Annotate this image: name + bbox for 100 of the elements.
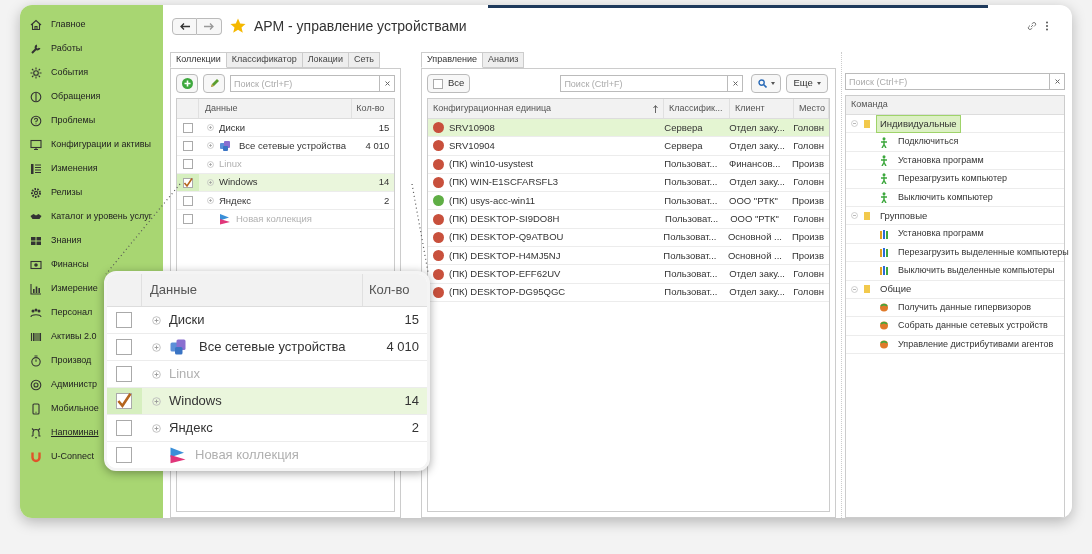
tab[interactable]: Управление <box>421 52 484 68</box>
tab[interactable]: Коллекции <box>170 52 227 68</box>
sidebar-item[interactable]: Активы 2.0 <box>51 330 97 344</box>
table-row[interactable]: Все сетевые устройства 4 010 <box>107 334 427 361</box>
star-icon[interactable] <box>230 18 246 34</box>
table-row[interactable]: Яндекс 2 <box>107 415 427 442</box>
table-cell: Произв <box>791 193 824 208</box>
checkbox[interactable] <box>116 447 132 463</box>
search-field[interactable]: Поиск (Ctrl+F) <box>230 75 381 92</box>
table-row[interactable]: Windows 14 <box>107 388 427 415</box>
checkbox[interactable] <box>116 366 132 382</box>
sidebar-item[interactable]: Изменения <box>51 162 98 176</box>
house-icon[interactable] <box>30 19 42 31</box>
ball-icon <box>879 320 889 332</box>
close-icon[interactable] <box>1054 79 1060 84</box>
search-field[interactable]: Поиск (Ctrl+F) <box>560 75 729 92</box>
sidebar-item[interactable]: Главное <box>51 18 86 32</box>
bell-icon[interactable] <box>30 427 42 439</box>
link-icon[interactable] <box>1027 21 1037 31</box>
sidebar-item[interactable]: Финансы <box>51 258 89 272</box>
phone-icon[interactable] <box>30 403 42 415</box>
list-icon[interactable] <box>30 163 42 175</box>
column-header[interactable]: Классифик... <box>669 101 723 116</box>
sidebar-item[interactable]: Мобильное <box>51 402 99 416</box>
checkbox[interactable] <box>183 122 193 133</box>
column-header[interactable]: Данные <box>199 99 353 118</box>
checkbox[interactable] <box>116 393 132 409</box>
table-row[interactable]: SRV10904 Сервера Отдел заку... Головн <box>428 137 829 156</box>
command-item[interactable]: Установка программ <box>898 153 984 168</box>
back-button[interactable] <box>172 17 197 35</box>
checkbox[interactable] <box>116 420 132 436</box>
checkbox[interactable] <box>183 159 193 170</box>
checkbox[interactable] <box>433 78 443 89</box>
search-field[interactable]: Поиск (Ctrl+F) <box>845 73 1050 90</box>
column-header[interactable]: Команда <box>846 96 1064 115</box>
add-button[interactable] <box>176 74 198 93</box>
bars-icon <box>879 228 889 240</box>
tab[interactable]: Сеть <box>347 52 380 68</box>
sidebar-item[interactable]: Производ <box>51 354 92 368</box>
sidebar-item[interactable]: Обращения <box>51 90 101 104</box>
column-header[interactable]: Кол-во <box>352 99 395 118</box>
wrench-icon[interactable] <box>30 43 42 55</box>
barcode-icon[interactable] <box>30 331 42 343</box>
gear-icon[interactable] <box>30 187 42 199</box>
tab[interactable]: Анализ <box>482 52 525 68</box>
sidebar-item[interactable]: Персонал <box>51 306 93 320</box>
command-item[interactable]: Собрать данные сетевых устройств <box>898 319 1048 333</box>
sidebar-item[interactable]: Релизы <box>51 186 83 200</box>
checkbox[interactable] <box>183 214 193 225</box>
select-all-button[interactable]: Все <box>427 74 471 93</box>
table-row[interactable]: (ПК) usys-acc-win11 Пользоват... ООО "РТК" Произв <box>428 192 829 211</box>
monitor-icon[interactable] <box>30 139 42 151</box>
question-circle-icon[interactable] <box>30 115 42 127</box>
sidebar-item[interactable]: Знания <box>51 234 82 248</box>
sidebar-item[interactable]: Конфигурации и активы <box>51 138 152 152</box>
command-item[interactable]: Управление дистрибутивами агентов <box>898 337 1054 352</box>
sidebar-item[interactable]: События <box>51 66 89 80</box>
column-header[interactable]: Данные <box>142 274 363 306</box>
column-header[interactable]: Клиент <box>735 101 765 116</box>
checkbox[interactable] <box>116 312 132 328</box>
checkbox[interactable] <box>183 177 193 188</box>
search-button[interactable] <box>751 74 782 93</box>
command-item[interactable]: Установка программ <box>898 227 984 241</box>
edit-button[interactable] <box>203 74 225 93</box>
checkbox[interactable] <box>183 140 193 151</box>
sidebar-item[interactable]: Каталог и уровень услуг <box>51 210 152 224</box>
table-row[interactable]: Диски 15 <box>107 307 427 334</box>
table-row[interactable]: (ПК) DESKTOP-H4MJ5NJ Пользоват... Основной ... Произв <box>428 247 829 266</box>
column-header[interactable]: Место <box>799 101 826 116</box>
tab[interactable]: Локации <box>301 52 349 68</box>
command-item[interactable]: Получить данные гипервизоров <box>898 300 1032 315</box>
close-icon[interactable] <box>384 81 390 86</box>
more-button[interactable]: Еще <box>786 74 828 93</box>
command-item[interactable]: Перезагрузить компьютер <box>898 172 1007 186</box>
command-item[interactable]: Перезагрузить выделенные компьютеры <box>898 245 1069 260</box>
settings-icon[interactable] <box>30 379 42 391</box>
tab[interactable]: Классификатор <box>225 52 303 68</box>
more-vertical-icon[interactable] <box>1045 21 1049 31</box>
group-label[interactable]: Общие <box>876 280 916 299</box>
column-header[interactable]: Кол-во <box>363 274 427 306</box>
sidebar-item[interactable]: Работы <box>51 42 83 56</box>
column-header[interactable]: Конфигурационная единица <box>433 101 649 116</box>
sidebar-item[interactable]: U-Connect <box>51 450 95 464</box>
bar-chart-icon[interactable] <box>30 283 42 295</box>
group-label[interactable]: Групповые <box>876 206 932 225</box>
sidebar-item[interactable]: Проблемы <box>51 114 96 128</box>
checkbox[interactable] <box>183 195 193 206</box>
sidebar-item[interactable]: Администр <box>51 378 98 392</box>
command-item[interactable]: Выключить компьютер <box>898 190 993 204</box>
checkbox[interactable] <box>116 339 132 355</box>
close-icon[interactable] <box>732 81 738 86</box>
sidebar-item[interactable]: Измерение <box>51 282 98 296</box>
sidebar-item[interactable]: Напоминан <box>51 426 99 440</box>
grid-icon[interactable] <box>30 235 42 247</box>
sun-icon[interactable] <box>30 67 42 79</box>
stopwatch-icon[interactable] <box>30 355 42 367</box>
banknote-icon[interactable] <box>30 259 42 271</box>
command-item[interactable]: Выключить выделенные компьютеры <box>898 264 1055 278</box>
command-item[interactable]: Подключиться <box>898 135 959 149</box>
table-row[interactable]: SRV10908 Сервера Отдел заку... Головн <box>428 119 829 138</box>
